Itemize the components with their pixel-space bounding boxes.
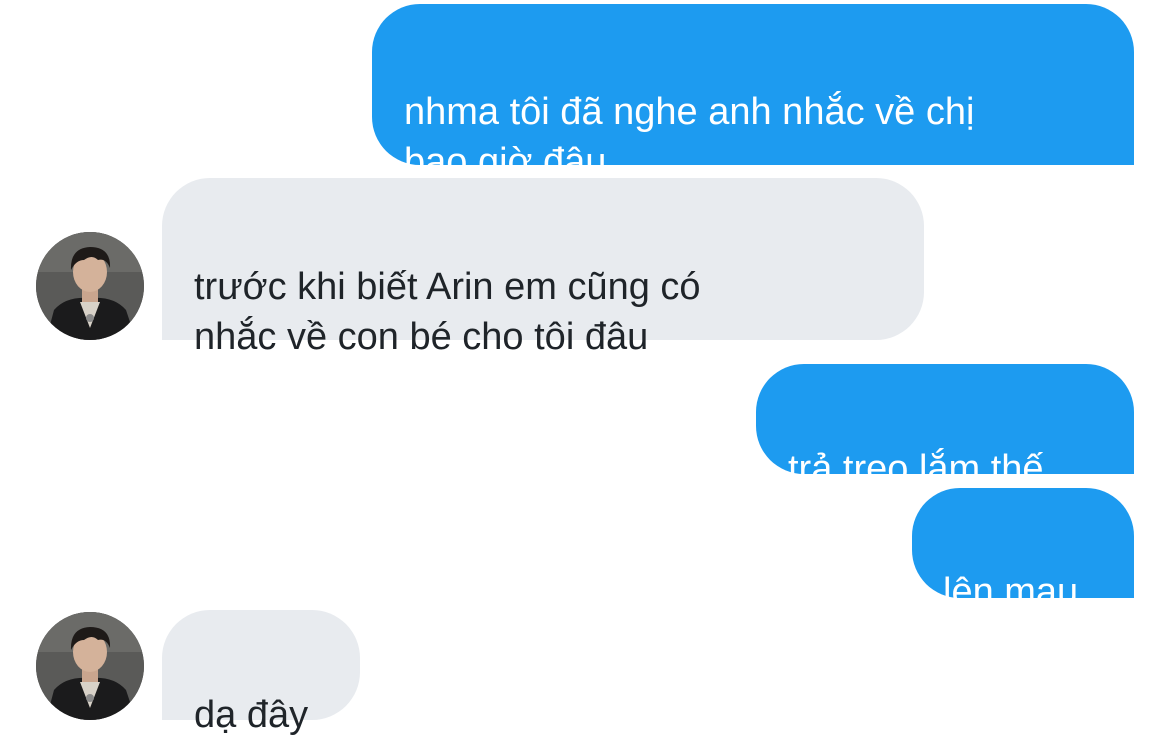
contact-avatar[interactable] — [36, 612, 144, 720]
person-photo-icon — [36, 232, 144, 340]
sent-message-bubble[interactable]: lên mau — [912, 488, 1134, 613]
received-message-bubble[interactable]: trước khi biết Arin em cũng có nhắc về c… — [162, 178, 924, 358]
message-text: trước khi biết Arin em cũng có nhắc về c… — [194, 266, 701, 358]
sent-message-bubble[interactable]: nhma tôi đã nghe anh nhắc về chị bao giờ… — [372, 4, 1134, 183]
message-text: trả treo lắm thế — [788, 448, 1044, 490]
message-text: lên mau — [943, 571, 1079, 613]
received-message-bubble[interactable]: dạ đây — [162, 610, 360, 736]
sent-message-bubble[interactable]: trả treo lắm thế — [756, 364, 1134, 490]
person-photo-icon — [36, 612, 144, 720]
contact-avatar[interactable] — [36, 232, 144, 340]
message-text: nhma tôi đã nghe anh nhắc về chị bao giờ… — [404, 91, 975, 183]
message-text: dạ đây — [194, 694, 309, 736]
